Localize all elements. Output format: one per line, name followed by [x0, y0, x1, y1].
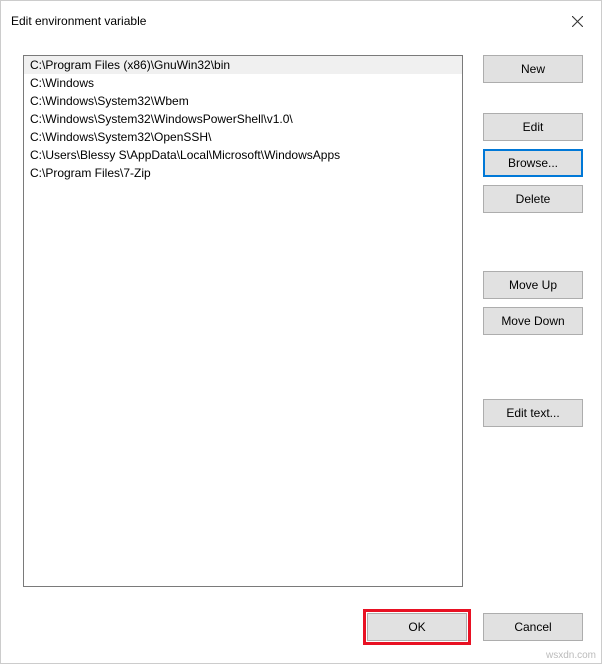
move-up-button[interactable]: Move Up — [483, 271, 583, 299]
new-button[interactable]: New — [483, 55, 583, 83]
ok-highlight-box: OK — [363, 609, 471, 645]
list-item[interactable]: C:\Program Files\7-Zip — [24, 164, 462, 182]
close-button[interactable] — [565, 9, 589, 33]
dialog-window: Edit environment variable C:\Program Fil… — [0, 0, 602, 664]
list-item[interactable]: C:\Windows\System32\Wbem — [24, 92, 462, 110]
list-item[interactable]: C:\Windows\System32\WindowsPowerShell\v1… — [24, 110, 462, 128]
titlebar: Edit environment variable — [1, 1, 601, 41]
watermark-text: wsxdn.com — [546, 650, 596, 661]
edit-text-button[interactable]: Edit text... — [483, 399, 583, 427]
list-item[interactable]: C:\Program Files (x86)\GnuWin32\bin — [24, 56, 462, 74]
dialog-footer: OK Cancel — [1, 599, 601, 663]
close-icon — [572, 16, 583, 27]
delete-button[interactable]: Delete — [483, 185, 583, 213]
list-item[interactable]: C:\Windows — [24, 74, 462, 92]
side-button-column: New Edit Browse... Delete Move Up Move D… — [483, 55, 583, 587]
dialog-body: C:\Program Files (x86)\GnuWin32\binC:\Wi… — [1, 41, 601, 599]
edit-button[interactable]: Edit — [483, 113, 583, 141]
path-listbox[interactable]: C:\Program Files (x86)\GnuWin32\binC:\Wi… — [23, 55, 463, 587]
list-item[interactable]: C:\Users\Blessy S\AppData\Local\Microsof… — [24, 146, 462, 164]
browse-button[interactable]: Browse... — [483, 149, 583, 177]
list-item[interactable]: C:\Windows\System32\OpenSSH\ — [24, 128, 462, 146]
cancel-button[interactable]: Cancel — [483, 613, 583, 641]
window-title: Edit environment variable — [11, 14, 146, 28]
move-down-button[interactable]: Move Down — [483, 307, 583, 335]
ok-button[interactable]: OK — [367, 613, 467, 641]
